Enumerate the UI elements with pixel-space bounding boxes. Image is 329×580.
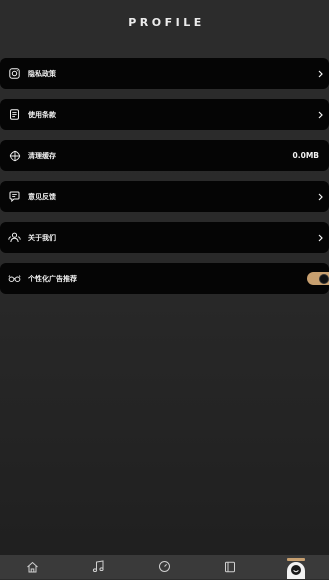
active-tab-indicator [282,555,310,579]
settings-item-about[interactable]: 关于我们 [0,222,329,253]
settings-item-label: 意见反馈 [28,192,56,201]
header: PROFILE [0,0,329,44]
personalized-ads-toggle[interactable] [307,272,329,285]
active-tab-badge [287,558,306,580]
glasses-icon [8,272,21,285]
tab-music[interactable] [66,555,132,579]
tab-profile[interactable] [263,555,329,579]
timer-icon [158,558,171,577]
broom-icon [8,149,21,162]
settings-item-label: 关于我们 [28,233,56,242]
document-icon [8,108,21,121]
chevron-right-icon [317,192,323,201]
active-tab-accent-bar [287,558,306,561]
settings-item-privacy[interactable]: 隐私政策 [0,58,329,89]
camera-icon [8,67,21,80]
settings-item-personalized-ads: 个性化广告推荐 [0,263,329,294]
chevron-right-icon [317,69,323,78]
book-icon [224,558,236,577]
settings-item-terms[interactable]: 使用条款 [0,99,329,130]
page-title: PROFILE [128,15,205,29]
settings-item-label: 个性化广告推荐 [28,274,77,283]
tab-timer[interactable] [132,555,198,579]
home-icon [26,558,39,577]
settings-item-label: 清理缓存 [28,151,56,160]
settings-item-label: 隐私政策 [28,69,56,78]
settings-item-label: 使用条款 [28,110,56,119]
bottom-tab-bar [0,555,329,579]
settings-item-feedback[interactable]: 意见反馈 [0,181,329,212]
chevron-right-icon [317,233,323,242]
cache-size-value: 0.0MB [292,151,319,160]
profile-face-icon [290,561,302,580]
tab-library[interactable] [197,555,263,579]
tab-home[interactable] [0,555,66,579]
feedback-icon [8,190,21,203]
chevron-right-icon [317,110,323,119]
settings-list: 隐私政策 使用条款 清理缓存 0.0MB 意见反馈 关于我们 个性化广告推荐 [0,58,329,304]
people-icon [8,231,21,244]
toggle-knob [319,273,329,284]
music-note-icon [92,558,105,577]
settings-item-clear-cache[interactable]: 清理缓存 0.0MB [0,140,329,171]
